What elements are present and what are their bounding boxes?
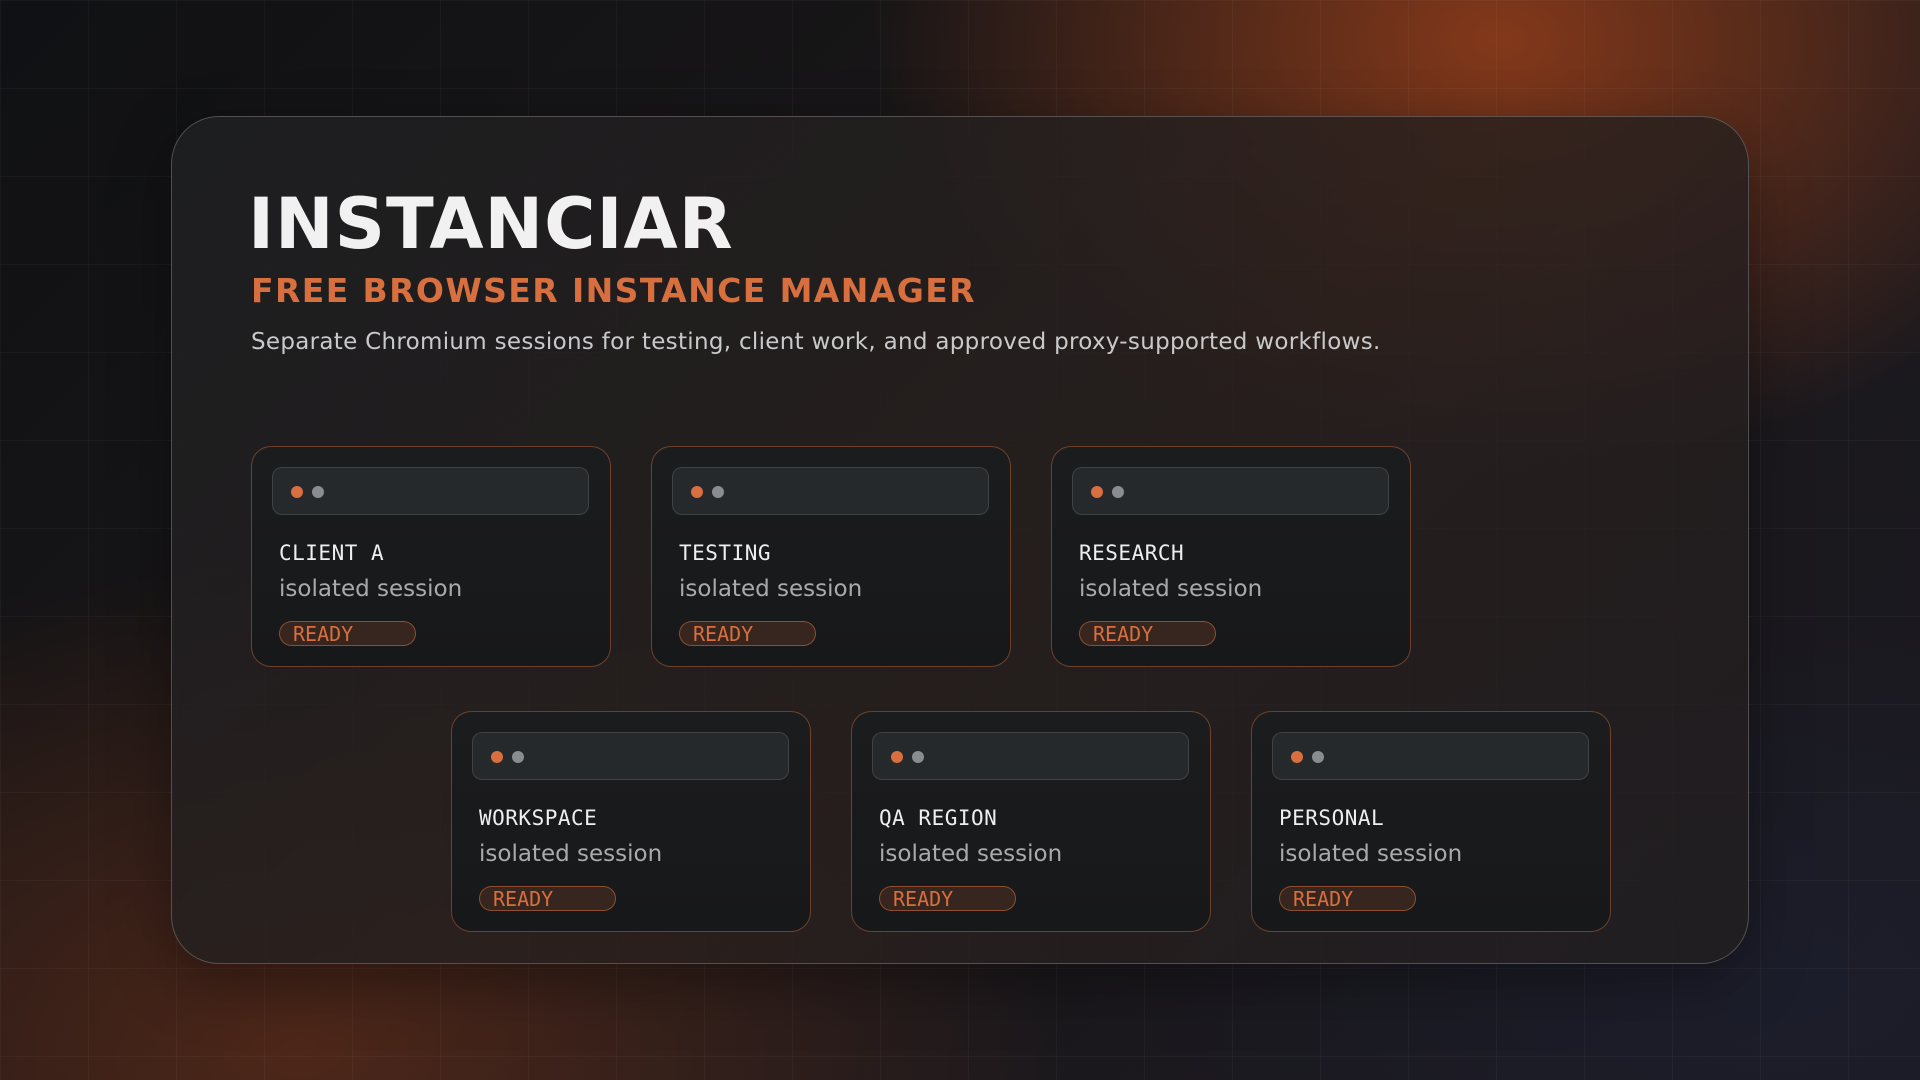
window-dot-icon bbox=[312, 486, 324, 498]
window-dot-icon bbox=[1312, 751, 1324, 763]
browser-title-bar bbox=[472, 732, 789, 780]
app-title: INSTANCIAR bbox=[248, 183, 734, 265]
instance-type: isolated session bbox=[279, 576, 463, 602]
browser-title-bar bbox=[672, 467, 989, 515]
instance-name: WORKSPACE bbox=[479, 806, 598, 830]
status-badge: READY bbox=[879, 886, 1016, 911]
browser-title-bar bbox=[1272, 732, 1589, 780]
instance-name: CLIENT A bbox=[279, 541, 385, 565]
instance-card[interactable]: WORKSPACE isolated session READY bbox=[451, 711, 811, 932]
window-dot-icon bbox=[691, 486, 703, 498]
browser-title-bar bbox=[272, 467, 589, 515]
app-description: Separate Chromium sessions for testing, … bbox=[251, 329, 1381, 355]
status-badge: READY bbox=[679, 621, 816, 646]
window-dot-icon bbox=[912, 751, 924, 763]
instance-card[interactable]: RESEARCH isolated session READY bbox=[1051, 446, 1411, 667]
status-badge: READY bbox=[1079, 621, 1216, 646]
browser-title-bar bbox=[1072, 467, 1389, 515]
hero-panel: INSTANCIAR FREE BROWSER INSTANCE MANAGER… bbox=[171, 116, 1749, 964]
window-dot-icon bbox=[291, 486, 303, 498]
window-dot-icon bbox=[491, 751, 503, 763]
window-dot-icon bbox=[1091, 486, 1103, 498]
instance-type: isolated session bbox=[679, 576, 863, 602]
instance-card[interactable]: CLIENT A isolated session READY bbox=[251, 446, 611, 667]
instance-card[interactable]: TESTING isolated session READY bbox=[651, 446, 1011, 667]
window-dot-icon bbox=[512, 751, 524, 763]
instance-card[interactable]: PERSONAL isolated session READY bbox=[1251, 711, 1611, 932]
window-dot-icon bbox=[1291, 751, 1303, 763]
browser-title-bar bbox=[872, 732, 1189, 780]
app-subtitle: FREE BROWSER INSTANCE MANAGER bbox=[251, 271, 976, 310]
window-dot-icon bbox=[891, 751, 903, 763]
instance-card[interactable]: QA REGION isolated session READY bbox=[851, 711, 1211, 932]
instance-name: PERSONAL bbox=[1279, 806, 1385, 830]
status-badge: READY bbox=[479, 886, 616, 911]
status-badge: READY bbox=[279, 621, 416, 646]
instance-type: isolated session bbox=[879, 841, 1063, 867]
instance-type: isolated session bbox=[479, 841, 663, 867]
instance-type: isolated session bbox=[1079, 576, 1263, 602]
window-dot-icon bbox=[1112, 486, 1124, 498]
status-badge: READY bbox=[1279, 886, 1416, 911]
instance-name: RESEARCH bbox=[1079, 541, 1185, 565]
instance-name: TESTING bbox=[679, 541, 772, 565]
instance-name: QA REGION bbox=[879, 806, 998, 830]
window-dot-icon bbox=[712, 486, 724, 498]
instance-type: isolated session bbox=[1279, 841, 1463, 867]
